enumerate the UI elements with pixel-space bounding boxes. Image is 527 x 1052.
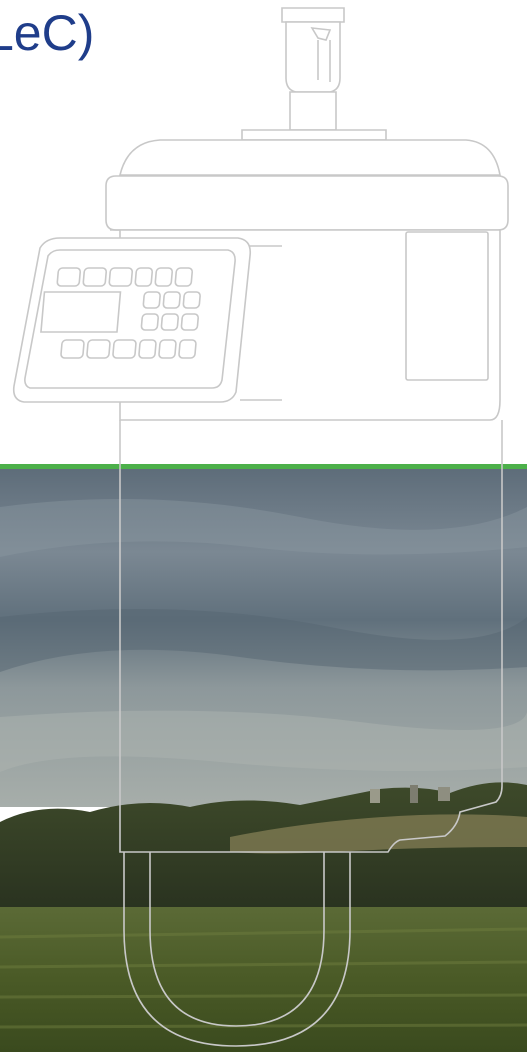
control-panel	[12, 237, 252, 403]
lower-body	[119, 420, 503, 853]
lid-band	[105, 175, 509, 231]
connector-body	[285, 21, 341, 93]
connector-cap	[281, 7, 345, 23]
bottom-hose-outer	[123, 852, 351, 1047]
page: LeC)	[0, 0, 527, 1052]
sampler-device-outline	[12, 7, 509, 1047]
bottom-hose-inner	[149, 852, 325, 1027]
dome-cover	[118, 139, 501, 176]
side-door	[405, 231, 489, 381]
connector-neck	[289, 91, 337, 131]
top-plate	[241, 129, 387, 141]
